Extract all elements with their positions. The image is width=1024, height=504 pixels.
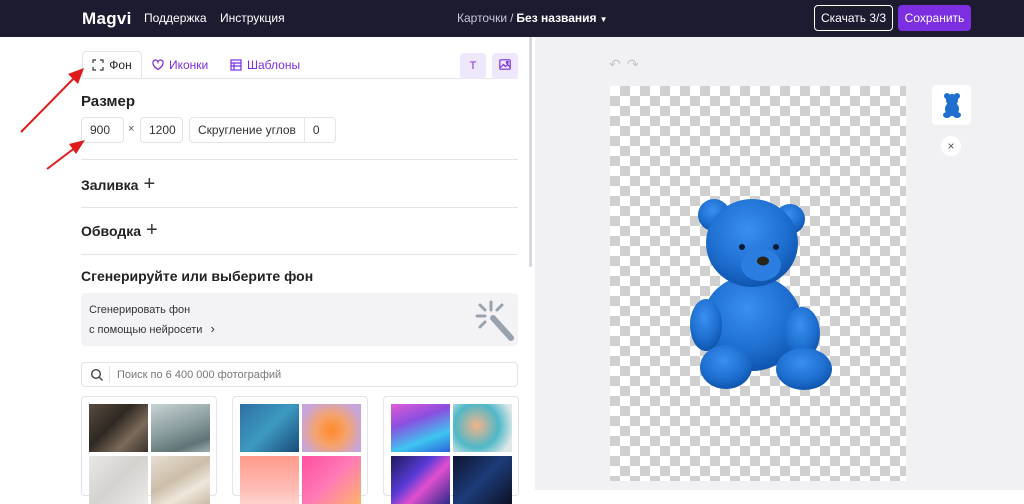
thumbnail-fabric[interactable]: [151, 404, 210, 452]
stroke-section[interactable]: Обводка +: [81, 219, 158, 242]
generate-background-card[interactable]: Сгенерировать фон с помощью нейросети ›: [81, 293, 518, 346]
width-field[interactable]: 900: [81, 117, 124, 143]
fill-label: Заливка: [81, 176, 139, 193]
search-input[interactable]: [117, 366, 507, 384]
fill-section[interactable]: Заливка +: [81, 173, 155, 196]
divider: [81, 207, 518, 208]
thumbnail-orange-gradient[interactable]: [302, 404, 361, 452]
thumbnail-geometric[interactable]: [391, 456, 450, 504]
generate-heading: Сгенерируйте или выберите фон: [81, 268, 314, 284]
abstract-category-card[interactable]: [383, 396, 519, 504]
plus-icon[interactable]: +: [143, 173, 155, 196]
chevron-right-icon: ›: [210, 321, 215, 336]
thumbnail-paper[interactable]: [89, 456, 148, 504]
tab-background[interactable]: Фон: [82, 51, 142, 78]
thumbnail-pink-gradient[interactable]: [240, 456, 299, 504]
photo-search[interactable]: [81, 362, 518, 387]
tab-icons[interactable]: Иконки: [152, 51, 208, 78]
breadcrumb: Карточки / Без названия ▼: [457, 11, 607, 25]
corner-radius-field[interactable]: Скругление углов 0: [189, 117, 336, 143]
corner-radius-label: Скругление углов: [190, 118, 305, 142]
generate-line-2-text: с помощью нейросети: [89, 324, 203, 336]
corner-radius-value[interactable]: 0: [305, 123, 320, 137]
photo-category-card[interactable]: [81, 396, 217, 504]
thumbnail-dark-abstract[interactable]: [453, 456, 512, 504]
panel-scrollbar[interactable]: [529, 37, 532, 267]
tab-background-label: Фон: [109, 57, 132, 72]
stroke-label: Обводка: [81, 222, 142, 239]
height-field[interactable]: 1200: [140, 117, 183, 143]
undo-icon[interactable]: ↶: [609, 56, 621, 73]
thumbnail-purple-waves[interactable]: [391, 404, 450, 452]
teddy-bear-image[interactable]: [686, 195, 836, 393]
thumbnail-colored-powder[interactable]: [453, 404, 512, 452]
image-icon: [499, 59, 511, 73]
plus-icon[interactable]: +: [146, 219, 158, 242]
divider: [81, 254, 518, 255]
breadcrumb-separator: /: [510, 11, 514, 25]
chevron-down-icon[interactable]: ▼: [600, 15, 608, 24]
size-heading: Размер: [81, 93, 136, 110]
divider: [81, 159, 518, 160]
times-sign: ×: [128, 123, 135, 135]
download-button[interactable]: Скачать 3/3: [814, 5, 893, 31]
frame-icon: [92, 58, 104, 71]
tab-templates-label: Шаблоны: [247, 57, 301, 72]
magic-wand-icon: [475, 300, 514, 341]
tab-underline: [82, 78, 518, 79]
generate-line-1: Сгенерировать фон: [89, 304, 191, 316]
thumbnail-magenta-gradient[interactable]: [302, 456, 361, 504]
close-icon[interactable]: ×: [941, 136, 961, 156]
add-image-button[interactable]: [492, 53, 518, 79]
grid-icon: [230, 58, 242, 71]
heart-icon: [152, 58, 164, 71]
tab-templates[interactable]: Шаблоны: [230, 51, 300, 78]
thumbnail-blue-gradient[interactable]: [240, 404, 299, 452]
gradient-category-card[interactable]: [232, 396, 368, 504]
search-divider: [109, 366, 110, 383]
teddy-bear-icon: [942, 93, 961, 118]
breadcrumb-parent[interactable]: Карточки: [457, 11, 507, 25]
search-icon: [90, 368, 103, 381]
redo-icon[interactable]: ↷: [627, 56, 639, 73]
tab-icons-label: Иконки: [169, 57, 209, 72]
logo[interactable]: Magvi: [82, 9, 132, 29]
add-text-button[interactable]: T: [460, 53, 486, 79]
nav-support-link[interactable]: Поддержка: [144, 11, 207, 25]
layer-thumbnail[interactable]: [932, 85, 971, 125]
top-bar: Magvi Поддержка Инструкция Карточки / Без …: [0, 0, 1024, 37]
save-button[interactable]: Сохранить: [898, 5, 971, 31]
thumbnail-bark[interactable]: [89, 404, 148, 452]
thumbnail-crumpled-paper[interactable]: [151, 456, 210, 504]
nav-instructions-link[interactable]: Инструкция: [220, 11, 285, 25]
breadcrumb-current[interactable]: Без названия: [516, 11, 596, 25]
generate-line-2: с помощью нейросети ›: [89, 321, 215, 336]
